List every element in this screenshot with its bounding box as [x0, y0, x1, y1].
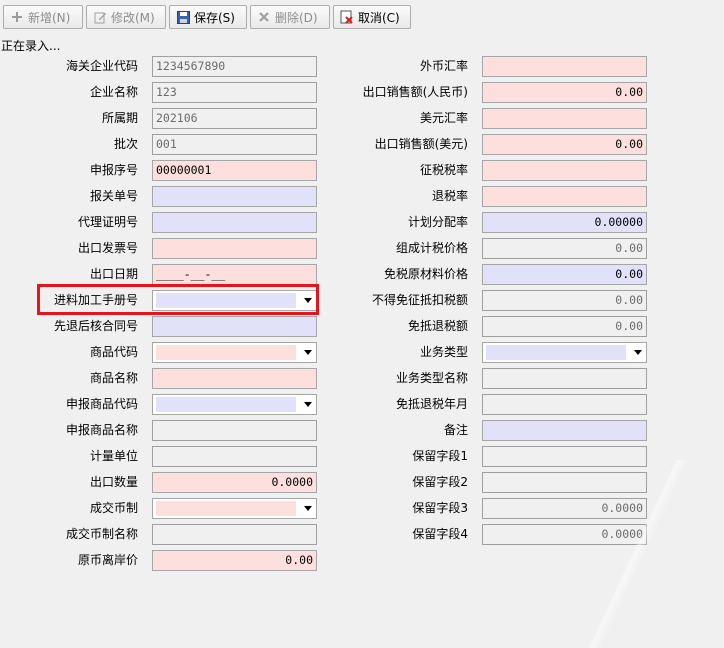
right-label-6: 计划分配率 — [407, 215, 468, 229]
right-field-15[interactable] — [482, 446, 647, 467]
right-label-2: 美元汇率 — [419, 111, 468, 125]
delete-label: 删除(D) — [275, 10, 318, 25]
floppy-disk-icon — [176, 10, 190, 24]
chevron-down-icon[interactable] — [634, 350, 642, 355]
right-field-1[interactable]: 0.00 — [482, 82, 647, 103]
right-field-6[interactable]: 0.00000 — [482, 212, 647, 233]
edit-label: 修改(M) — [111, 10, 155, 25]
right-label-14: 备注 — [443, 423, 468, 437]
edit-icon — [93, 10, 107, 24]
right-select-value-11 — [486, 345, 626, 360]
right-field-9[interactable]: 0.00 — [482, 290, 647, 311]
toolbar: 新增(N) 修改(M) 保存(S) 删除(D) 取消(C) — [0, 0, 724, 34]
cancel-document-icon — [340, 10, 354, 24]
right-label-7: 组成计税价格 — [395, 241, 468, 255]
right-field-10[interactable]: 0.00 — [482, 316, 647, 337]
right-field-0[interactable] — [482, 56, 647, 77]
right-label-0: 外币汇率 — [419, 59, 468, 73]
x-icon — [257, 10, 271, 24]
cancel-button[interactable]: 取消(C) — [333, 5, 411, 29]
right-label-17: 保留字段3 — [412, 501, 468, 515]
save-label: 保存(S) — [194, 10, 235, 25]
right-label-8: 免税原材料价格 — [383, 267, 468, 281]
right-field-13[interactable] — [482, 394, 647, 415]
edit-button[interactable]: 修改(M) — [86, 5, 166, 29]
save-button[interactable]: 保存(S) — [169, 5, 247, 29]
right-label-4: 征税税率 — [419, 163, 468, 177]
right-label-16: 保留字段2 — [412, 475, 468, 489]
right-label-3: 出口销售额(美元) — [374, 137, 468, 151]
left-label-19: 原币离岸价 — [77, 553, 138, 567]
right-field-7[interactable]: 0.00 — [482, 238, 647, 259]
right-field-16[interactable] — [482, 472, 647, 493]
right-field-14[interactable] — [482, 420, 647, 441]
right-field-4[interactable] — [482, 160, 647, 181]
right-select-11[interactable] — [482, 342, 647, 363]
right-field-3[interactable]: 0.00 — [482, 134, 647, 155]
plus-icon — [10, 10, 24, 24]
right-label-11: 业务类型 — [419, 345, 468, 359]
highlight-box — [37, 284, 319, 315]
right-label-1: 出口销售额(人民币) — [362, 85, 468, 99]
right-field-2[interactable] — [482, 108, 647, 129]
right-label-5: 退税率 — [431, 189, 468, 203]
right-label-13: 免抵退税年月 — [395, 397, 468, 411]
add-button[interactable]: 新增(N) — [3, 5, 83, 29]
delete-button[interactable]: 删除(D) — [250, 5, 330, 29]
right-label-18: 保留字段4 — [412, 527, 468, 541]
right-field-8[interactable]: 0.00 — [482, 264, 647, 285]
right-label-15: 保留字段1 — [412, 449, 468, 463]
right-label-12: 业务类型名称 — [395, 371, 468, 385]
right-field-12[interactable] — [482, 368, 647, 389]
right-field-5[interactable] — [482, 186, 647, 207]
cancel-label: 取消(C) — [358, 10, 400, 25]
right-field-18[interactable]: 0.0000 — [482, 524, 647, 545]
left-field-19[interactable]: 0.00 — [152, 550, 317, 571]
right-field-17[interactable]: 0.0000 — [482, 498, 647, 519]
right-label-10: 免抵退税额 — [407, 319, 468, 333]
status-text: 正在录入... — [1, 39, 61, 53]
add-label: 新增(N) — [28, 10, 71, 25]
